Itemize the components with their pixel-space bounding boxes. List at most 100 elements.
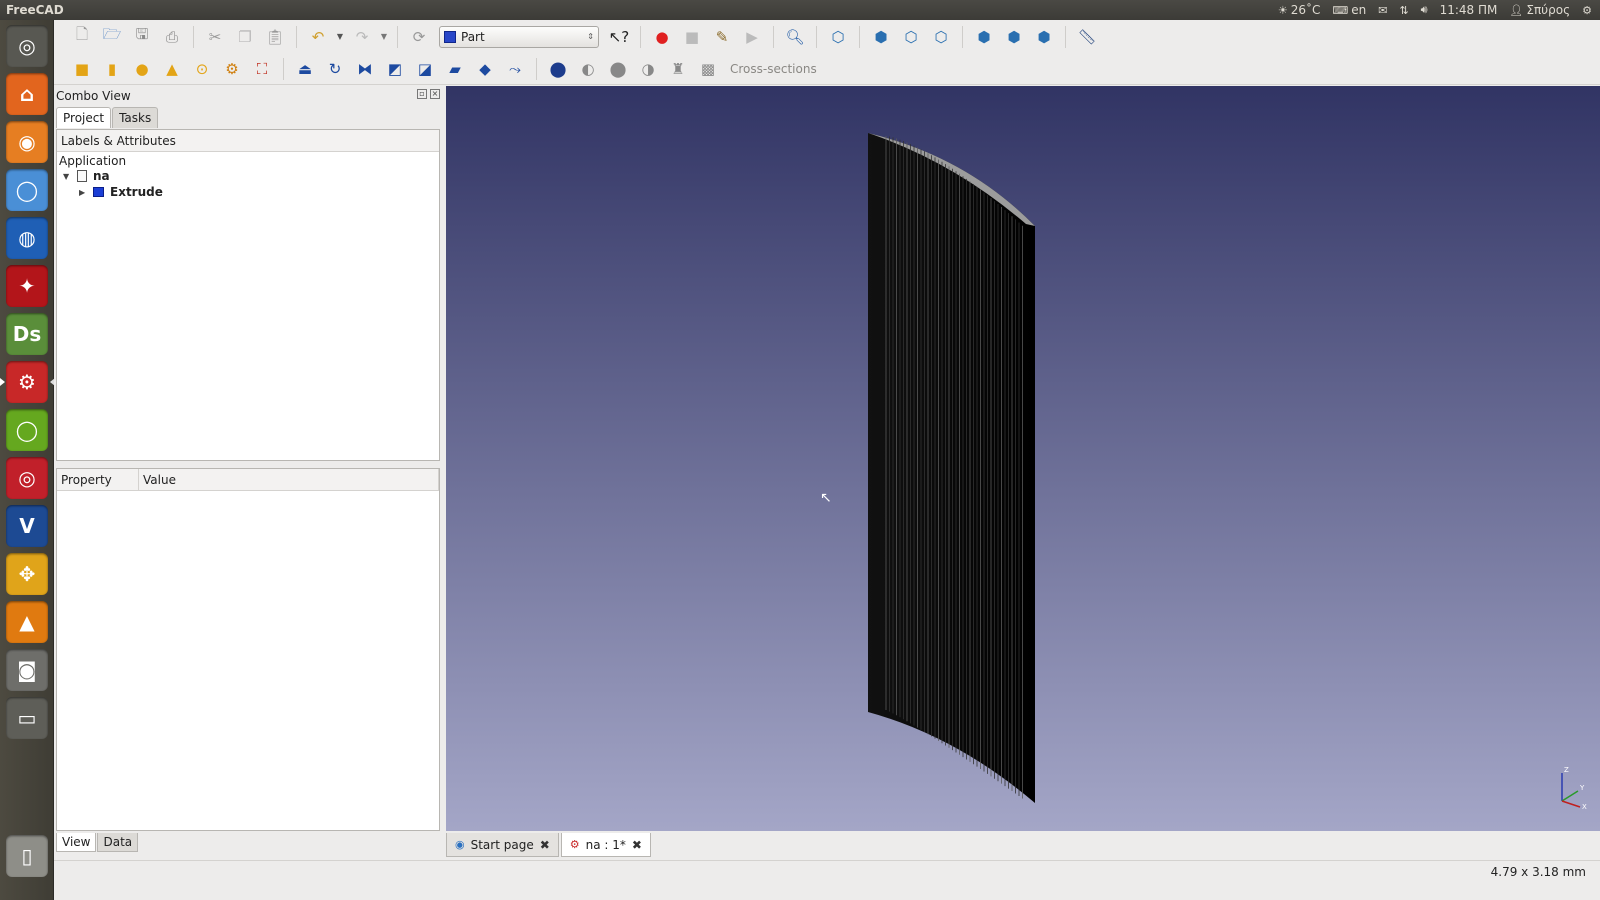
launcher-vlc-icon[interactable]: ▲ xyxy=(6,601,48,643)
tab-project[interactable]: Project xyxy=(56,107,112,128)
launcher-app-red-circles-icon[interactable]: ◎ xyxy=(6,457,48,499)
view-rear-icon[interactable]: ⬢ xyxy=(970,24,998,50)
clock[interactable]: 11:48 ΠΜ xyxy=(1440,3,1498,17)
copy-icon[interactable]: ❐ xyxy=(231,24,259,50)
sphere-icon[interactable]: ● xyxy=(128,56,156,82)
launcher-google-earth-icon[interactable]: ◍ xyxy=(6,217,48,259)
value-column-header[interactable]: Value xyxy=(139,469,439,490)
boolean-icon[interactable]: ⬤ xyxy=(544,56,572,82)
weather-text: 26˚C xyxy=(1290,3,1321,17)
redo-icon[interactable]: ↷ xyxy=(348,24,376,50)
view-axo-icon[interactable]: ⬡ xyxy=(824,24,852,50)
volume-icon: 🔊︎ xyxy=(1420,3,1428,16)
loft-icon[interactable]: ◆ xyxy=(471,56,499,82)
fuse-icon[interactable]: ⬤ xyxy=(604,56,632,82)
document-tab-label: na : 1* xyxy=(585,837,626,852)
launcher-app-green-ring-icon[interactable]: ◯ xyxy=(6,409,48,451)
launcher-trash-icon[interactable]: ▯ xyxy=(6,835,48,877)
cut-boolean-icon[interactable]: ◐ xyxy=(574,56,602,82)
section-icon[interactable]: ♜ xyxy=(664,56,692,82)
float-icon[interactable]: ▫ xyxy=(417,89,427,99)
new-icon[interactable]: 🗋︎ xyxy=(68,24,96,50)
3d-view[interactable]: ↖ Z Y X xyxy=(446,86,1600,831)
start-page-icon: ◉ xyxy=(455,838,465,851)
save-icon[interactable]: 🖫︎ xyxy=(128,24,156,50)
revolve-icon[interactable]: ↻ xyxy=(321,56,349,82)
undo-dropdown-icon[interactable]: ▼ xyxy=(334,24,346,50)
undo-icon[interactable]: ↶ xyxy=(304,24,332,50)
ruled-surface-icon[interactable]: ▰ xyxy=(441,56,469,82)
tab-view[interactable]: View xyxy=(56,833,97,852)
fillet-icon[interactable]: ◩ xyxy=(381,56,409,82)
user-indicator[interactable]: 👤︎ Σπύρος xyxy=(1509,3,1570,17)
cone-icon[interactable]: ▲ xyxy=(158,56,186,82)
whats-this-icon[interactable]: ↖? xyxy=(605,24,633,50)
tree-item-extrude[interactable]: ▶ Extrude xyxy=(79,185,163,199)
view-right-icon[interactable]: ⬡ xyxy=(927,24,955,50)
launcher-dash-home-icon[interactable]: ◎ xyxy=(6,25,48,67)
indicators: ☀ 26˚C ⌨ en ✉ ⇅ 🔊︎ 11:48 ΠΜ 👤︎ Σπύρος ⚙ xyxy=(1278,3,1600,17)
close-icon[interactable]: ✖ xyxy=(632,838,642,852)
cylinder-icon[interactable]: ▮ xyxy=(98,56,126,82)
chevron-updown-icon: ⇕ xyxy=(587,32,594,41)
network-icon: ⇅ xyxy=(1399,3,1409,17)
print-icon[interactable]: ⎙ xyxy=(158,24,186,50)
launcher-workspace-icon[interactable]: ▭ xyxy=(6,697,48,739)
network-indicator[interactable]: ⇅ xyxy=(1399,4,1408,17)
workbench-selector[interactable]: Part ⇕ xyxy=(439,25,599,48)
fit-all-icon[interactable]: 🔍︎ xyxy=(781,24,809,50)
weather-indicator[interactable]: ☀ 26˚C xyxy=(1278,3,1321,17)
power-indicator[interactable]: ⚙ xyxy=(1582,4,1592,17)
tab-data[interactable]: Data xyxy=(97,833,139,852)
separator xyxy=(296,25,297,48)
extrude-icon[interactable]: ⏏ xyxy=(291,56,319,82)
run-macro-icon[interactable]: ▶ xyxy=(738,24,766,50)
launcher-files-icon[interactable]: ⌂ xyxy=(6,73,48,115)
cross-sections-label[interactable]: Cross-sections xyxy=(730,62,817,76)
box-icon[interactable]: ■ xyxy=(68,56,96,82)
property-column-header[interactable]: Property xyxy=(57,469,139,490)
torus-icon[interactable]: ⊙ xyxy=(188,56,216,82)
close-icon[interactable]: × xyxy=(430,89,440,99)
mail-indicator[interactable]: ✉ xyxy=(1378,4,1387,17)
tab-document-na[interactable]: ⚙ na : 1* ✖ xyxy=(560,833,651,857)
paste-icon[interactable]: 📋︎ xyxy=(261,24,289,50)
cut-icon[interactable]: ✂ xyxy=(201,24,229,50)
launcher-camera-icon[interactable]: ◙ xyxy=(6,649,48,691)
sweep-icon[interactable]: ⤳ xyxy=(501,56,529,82)
chevron-right-icon[interactable]: ▶ xyxy=(79,188,89,197)
edit-macro-icon[interactable]: ✎ xyxy=(708,24,736,50)
open-icon[interactable]: 🗁︎ xyxy=(98,24,126,50)
launcher-app-red-icon[interactable]: ✦ xyxy=(6,265,48,307)
launcher-chromium-icon[interactable]: ◯ xyxy=(6,169,48,211)
common-icon[interactable]: ◑ xyxy=(634,56,662,82)
record-macro-icon[interactable]: ● xyxy=(648,24,676,50)
view-left-icon[interactable]: ⬢ xyxy=(1030,24,1058,50)
launcher-draftsight-icon[interactable]: Ds xyxy=(6,313,48,355)
tree-item-document[interactable]: ▼ na xyxy=(63,169,110,183)
launcher-app-yellow-icon[interactable]: ✥ xyxy=(6,553,48,595)
keyboard-indicator[interactable]: ⌨ en xyxy=(1332,3,1366,17)
launcher-freecad-icon[interactable]: ⚙ xyxy=(0,361,55,403)
view-bottom-icon[interactable]: ⬢ xyxy=(1000,24,1028,50)
redo-dropdown-icon[interactable]: ▼ xyxy=(378,24,390,50)
view-top-icon[interactable]: ⬡ xyxy=(897,24,925,50)
view-front-icon[interactable]: ⬢ xyxy=(867,24,895,50)
mirror-icon[interactable]: ⧓ xyxy=(351,56,379,82)
chamfer-icon[interactable]: ◪ xyxy=(411,56,439,82)
launcher-firefox-icon[interactable]: ◉ xyxy=(6,121,48,163)
launcher-varicad-icon[interactable]: V xyxy=(6,505,48,547)
refresh-icon[interactable]: ⟳ xyxy=(405,24,433,50)
tab-tasks[interactable]: Tasks xyxy=(112,107,159,128)
volume-indicator[interactable]: 🔊︎ xyxy=(1421,3,1428,17)
close-icon[interactable]: ✖ xyxy=(540,838,550,852)
primitives-icon[interactable]: ⚙ xyxy=(218,56,246,82)
tree-panel: Labels & Attributes Application ▼ na ▶ E… xyxy=(56,129,440,461)
cross-sections-icon[interactable]: ▩ xyxy=(694,56,722,82)
shape-builder-icon[interactable]: ⛶ xyxy=(248,56,276,82)
measure-icon[interactable]: 📏︎ xyxy=(1073,24,1101,50)
chevron-down-icon[interactable]: ▼ xyxy=(63,172,73,181)
tab-start-page[interactable]: ◉ Start page ✖ xyxy=(446,833,559,857)
stop-macro-icon[interactable]: ■ xyxy=(678,24,706,50)
3d-model[interactable] xyxy=(446,86,1600,831)
